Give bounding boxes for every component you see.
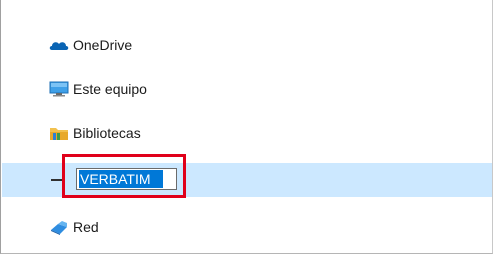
nav-item-onedrive[interactable]: OneDrive	[2, 29, 492, 61]
nav-item-label: Red	[73, 219, 99, 235]
computer-monitor-icon	[48, 80, 70, 98]
libraries-folder-icon	[48, 124, 70, 142]
nav-item-label: Este equipo	[73, 81, 147, 97]
onedrive-cloud-icon	[48, 36, 70, 54]
nav-item-label: OneDrive	[73, 37, 133, 53]
network-icon	[48, 218, 70, 236]
nav-item-label: Bibliotecas	[73, 125, 141, 141]
nav-item-red[interactable]: Red	[2, 211, 492, 243]
navigation-pane: OneDrive Este equipo Bibliotecas VERBATI…	[0, 0, 493, 254]
rename-field[interactable]	[76, 168, 177, 190]
nav-item-usb-drive[interactable]	[2, 163, 492, 197]
usb-drive-icon	[51, 179, 65, 181]
nav-item-bibliotecas[interactable]: Bibliotecas	[2, 117, 492, 149]
rename-input[interactable]	[79, 170, 163, 188]
nav-item-este-equipo[interactable]: Este equipo	[2, 73, 492, 105]
